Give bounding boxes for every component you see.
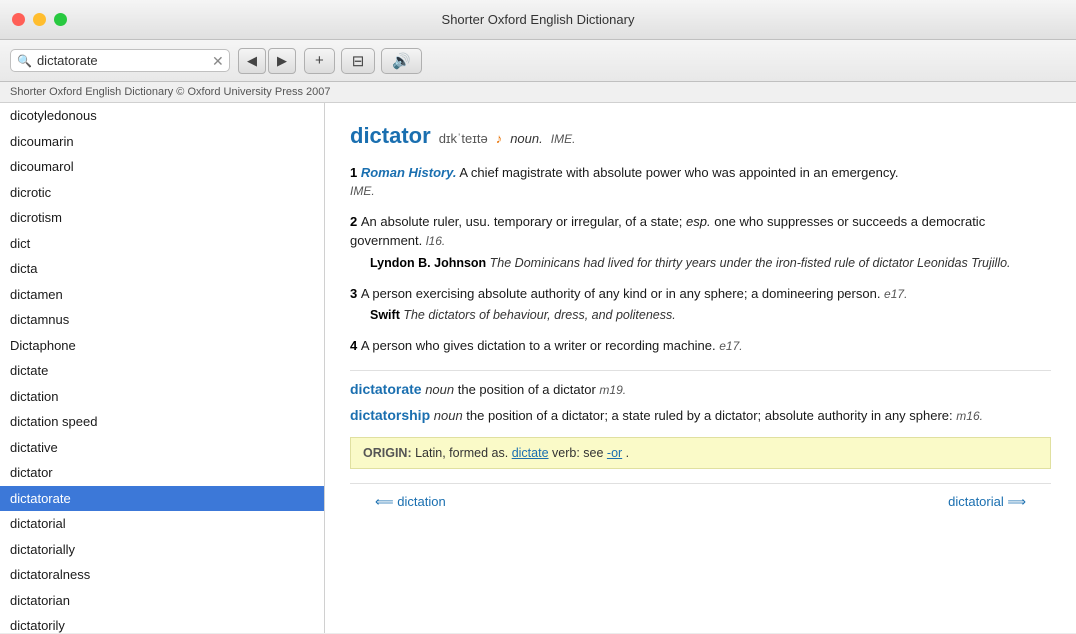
sidebar-item-dictatoralness[interactable]: dictatoralness <box>0 562 324 588</box>
pronunciation: dɪkˈteɪtə <box>439 131 488 146</box>
origin-box: ORIGIN: Latin, formed as. dictate verb: … <box>350 437 1051 469</box>
main-content: dicotyledonous dicoumarin dicoumarol dic… <box>0 103 1076 633</box>
definition-1: 1 Roman History. A chief magistrate with… <box>350 163 1051 198</box>
window-controls <box>12 13 67 26</box>
sidebar-item-dictate[interactable]: dictate <box>0 358 324 384</box>
def-esp-2: esp. <box>686 214 711 229</box>
def-category-1: Roman History. <box>361 165 457 180</box>
speaker-button[interactable]: 🔊 <box>381 48 422 74</box>
sidebar-item-dictaphone[interactable]: Dictaphone <box>0 333 324 359</box>
sidebar-item-dictatorial[interactable]: dictatorial <box>0 511 324 537</box>
def-number-1: 1 <box>350 165 361 180</box>
pos-label: IME. <box>551 132 576 146</box>
related-word-2: dictatorship <box>350 407 430 423</box>
sidebar-item-dicoumarol[interactable]: dicoumarol <box>0 154 324 180</box>
nav-footer: ⟸ dictation dictatorial ⟹ <box>350 483 1051 520</box>
window-title: Shorter Oxford English Dictionary <box>442 12 635 27</box>
sidebar-item-dictamnus[interactable]: dictamnus <box>0 307 324 333</box>
sidebar-item-dictator[interactable]: dictator <box>0 460 324 486</box>
nav-prev-link[interactable]: ⟸ dictation <box>375 494 446 510</box>
definition-4: 4 A person who gives dictation to a writ… <box>350 336 1051 356</box>
search-icon: 🔍 <box>17 54 32 68</box>
origin-text1: Latin, formed as. <box>415 446 508 460</box>
subtitle-text: Shorter Oxford English Dictionary © Oxfo… <box>10 86 331 98</box>
def-number-4: 4 <box>350 338 361 353</box>
def-number-2: 2 <box>350 214 361 229</box>
def-number-3: 3 <box>350 286 361 301</box>
search-input[interactable] <box>37 53 207 68</box>
related-pos-2: noun <box>434 408 467 423</box>
origin-text3: . <box>626 446 629 460</box>
sidebar-item-dicrotism[interactable]: dicrotism <box>0 205 324 231</box>
def-label-1: IME. <box>350 184 1051 198</box>
sidebar-item-dictatorily[interactable]: dictatorily <box>0 613 324 633</box>
minimize-button[interactable] <box>33 13 46 26</box>
related-word-1: dictatorate <box>350 381 422 397</box>
bookmark-button[interactable]: ⊟ <box>341 48 376 74</box>
article-wrapper: dictator dɪkˈteɪtə ♪ noun. IME. 1 Roman … <box>325 103 1076 633</box>
def-label-4: e17. <box>719 339 742 353</box>
sidebar-item-dictatorian[interactable]: dictatorian <box>0 588 324 614</box>
def-label-3: e17. <box>884 287 907 301</box>
nav-next-link[interactable]: dictatorial ⟹ <box>948 494 1026 510</box>
search-container: 🔍 ✕ <box>10 49 230 72</box>
action-buttons: + ⊟ 🔊 <box>304 48 422 74</box>
origin-label: ORIGIN: <box>363 446 412 460</box>
toolbar: 🔍 ✕ ◀ ▶ + ⊟ 🔊 <box>0 40 1076 82</box>
sidebar-item-dicrotic[interactable]: dicrotic <box>0 180 324 206</box>
part-of-speech: noun. <box>510 131 543 146</box>
def-text-1: A chief magistrate with absolute power w… <box>459 165 898 180</box>
sidebar-item-dicta[interactable]: dicta <box>0 256 324 282</box>
origin-link-dictate[interactable]: dictate <box>512 446 549 460</box>
related-pos-1: noun <box>425 382 458 397</box>
sidebar-item-dictamen[interactable]: dictamen <box>0 282 324 308</box>
citation-text-2: The Dominicans had lived for thirty year… <box>490 256 1011 270</box>
definition-2: 2 An absolute ruler, usu. temporary or i… <box>350 212 1051 270</box>
related-label-1: m19. <box>599 383 626 397</box>
related-def-1: the position of a dictator <box>458 382 596 397</box>
clear-icon[interactable]: ✕ <box>212 54 224 68</box>
forward-button[interactable]: ▶ <box>268 48 296 74</box>
def-text-4: A person who gives dictation to a writer… <box>361 338 719 353</box>
sidebar[interactable]: dicotyledonous dicoumarin dicoumarol dic… <box>0 103 325 633</box>
citation-name-3: Swift <box>370 308 403 322</box>
sidebar-item-dictation-speed[interactable]: dictation speed <box>0 409 324 435</box>
sidebar-item-dictatorate[interactable]: dictatorate <box>0 486 324 512</box>
music-icon: ♪ <box>496 131 503 146</box>
nav-buttons: ◀ ▶ <box>238 48 296 74</box>
def-label-2: l16. <box>426 234 445 248</box>
definition-3: 3 A person exercising absolute authority… <box>350 284 1051 323</box>
related-dictatorate: dictatorate noun the position of a dicta… <box>350 381 1051 397</box>
titlebar: Shorter Oxford English Dictionary <box>0 0 1076 40</box>
def-text-2a: An absolute ruler, usu. temporary or irr… <box>361 214 686 229</box>
close-button[interactable] <box>12 13 25 26</box>
citation-text-3: The dictators of behaviour, dress, and p… <box>403 308 675 322</box>
origin-link-or[interactable]: -or <box>607 446 622 460</box>
related-label-2: m16. <box>956 409 983 423</box>
copyright-subtitle: Shorter Oxford English Dictionary © Oxfo… <box>0 82 1076 103</box>
sidebar-item-dict[interactable]: dict <box>0 231 324 257</box>
sidebar-item-dictation[interactable]: dictation <box>0 384 324 410</box>
citation-name-2: Lyndon B. Johnson <box>370 256 490 270</box>
sidebar-item-dictative[interactable]: dictative <box>0 435 324 461</box>
sidebar-item-dicotyledonous[interactable]: dicotyledonous <box>0 103 324 129</box>
def-text-3: A person exercising absolute authority o… <box>361 286 884 301</box>
related-dictatorship: dictatorship noun the position of a dict… <box>350 407 1051 423</box>
origin-link-type: verb: see <box>552 446 607 460</box>
entry-header: dictator dɪkˈteɪtə ♪ noun. IME. <box>350 123 1051 149</box>
headword: dictator <box>350 123 431 149</box>
back-button[interactable]: ◀ <box>238 48 266 74</box>
entry-divider <box>350 370 1051 371</box>
sidebar-item-dictatorially[interactable]: dictatorially <box>0 537 324 563</box>
add-button[interactable]: + <box>304 48 335 74</box>
related-def-2: the position of a dictator; a state rule… <box>466 408 952 423</box>
maximize-button[interactable] <box>54 13 67 26</box>
sidebar-item-dicoumarin[interactable]: dicoumarin <box>0 129 324 155</box>
article-content: dictator dɪkˈteɪtə ♪ noun. IME. 1 Roman … <box>325 103 1076 633</box>
